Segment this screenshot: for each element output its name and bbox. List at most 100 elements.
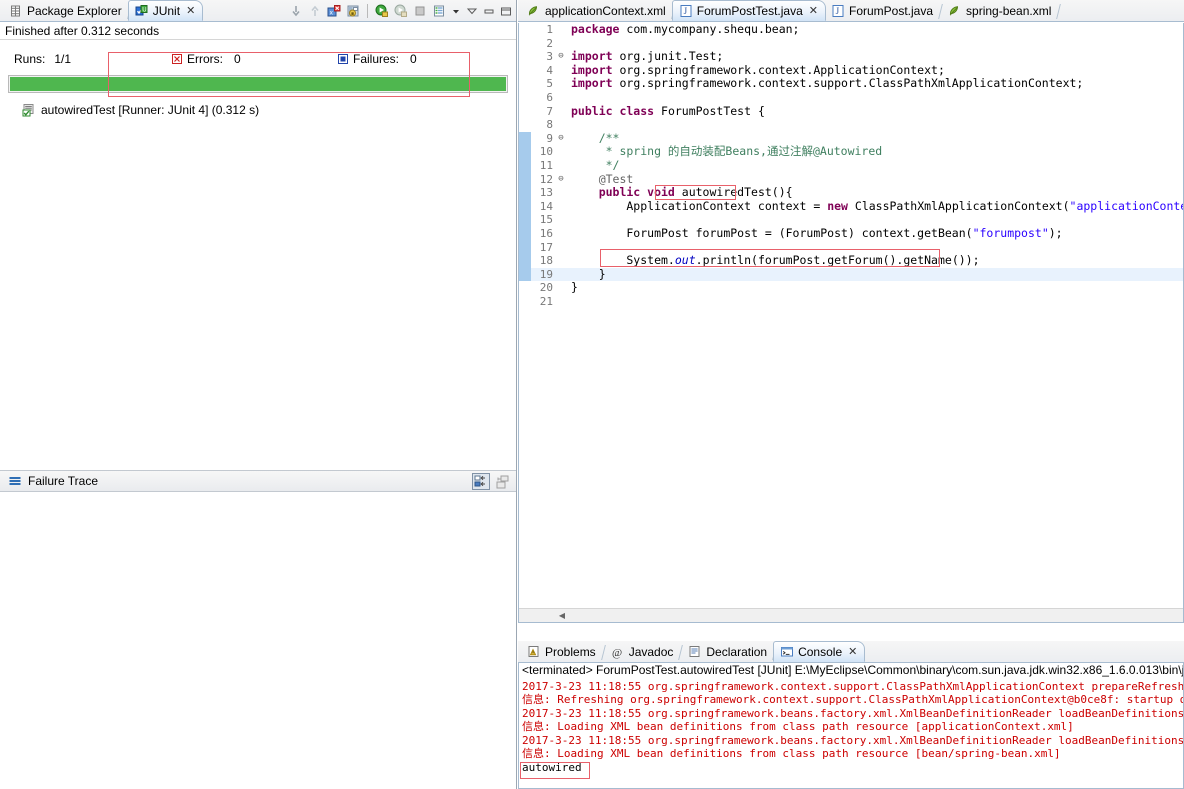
tab-label: JUnit (152, 3, 181, 18)
tab-forumpost-java[interactable]: J ForumPost.java (824, 0, 941, 21)
code-line[interactable]: 14 ApplicationContext context = new Clas… (519, 199, 1183, 214)
code-line[interactable]: 17 (519, 240, 1183, 255)
scroll-left-icon[interactable]: ◀ (555, 611, 569, 620)
xml-file-icon (948, 4, 962, 18)
console-line: 2017-3-23 11:18:55 org.springframework.c… (522, 679, 1184, 693)
tab-forumposttest-java[interactable]: J ForumPostTest.java ✕ (671, 0, 826, 21)
code-text: System.out.println(forumPost.getForum().… (571, 253, 980, 268)
code-line[interactable]: 10 * spring 的自动装配Beans,通过注解@Autowired (519, 145, 1183, 159)
failure-trace-body[interactable] (0, 492, 516, 789)
tab-junit[interactable]: U JUnit ✕ (127, 0, 204, 21)
tab-label: Package Explorer (27, 4, 122, 18)
minimize-icon[interactable] (483, 4, 495, 18)
maximize-icon[interactable] (500, 4, 512, 18)
code-line[interactable]: 19 } (519, 267, 1183, 282)
code-text: */ (571, 157, 620, 172)
code-line[interactable]: 13 public void autowiredTest(){ (519, 185, 1183, 200)
previous-failure-icon[interactable] (308, 4, 322, 18)
change-bar (519, 23, 531, 37)
change-bar (519, 186, 531, 200)
rerun-failed-icon[interactable] (394, 4, 408, 18)
console-output[interactable]: <terminated> ForumPostTest.autowiredTest… (518, 663, 1184, 789)
svg-text:J: J (836, 6, 840, 16)
line-number: 14 (539, 199, 553, 213)
change-bar (519, 267, 531, 282)
code-line[interactable]: 7 public class ForumPostTest { (519, 104, 1183, 119)
tab-label: Console (798, 644, 843, 659)
view-menu-icon[interactable] (466, 4, 478, 18)
svg-text:J: J (683, 6, 687, 16)
list-item[interactable]: autowiredTest [Runner: JUnit 4] (0.312 s… (0, 101, 516, 119)
tab-problems[interactable]: Problems (520, 641, 604, 662)
code-lines-container[interactable]: 1 package com.mycompany.shequ.bean; 2 3 ⊖ imp… (519, 23, 1183, 608)
svg-text:U: U (142, 7, 146, 13)
svg-text:@: @ (612, 647, 622, 659)
stop-icon[interactable] (413, 4, 427, 18)
line-number: 7 (546, 104, 553, 118)
scroll-lock-icon[interactable] (346, 4, 360, 18)
test-runs-history-icon[interactable] (432, 4, 446, 18)
fold-toggle-icon[interactable]: ⊖ (555, 50, 567, 64)
code-line[interactable]: 1 package com.mycompany.shequ.bean; (519, 23, 1183, 37)
code-line[interactable]: 2 (519, 37, 1183, 51)
tab-package-explorer[interactable]: Package Explorer (2, 0, 130, 21)
editor-tabstrip: applicationContext.xml J ForumPostTest.j… (518, 0, 1184, 22)
code-editor[interactable]: 1 package com.mycompany.shequ.bean; 2 3 ⊖ imp… (518, 23, 1184, 623)
rerun-test-icon[interactable] (375, 4, 389, 18)
fold-toggle-icon[interactable]: ⊖ (555, 173, 567, 187)
fold-toggle-icon[interactable]: ⊖ (555, 132, 567, 146)
console-line: 信息: Loading XML bean definitions from cl… (522, 747, 1061, 760)
junit-status-line: Finished after 0.312 seconds (0, 22, 516, 40)
tab-javadoc[interactable]: @ Javadoc (604, 641, 682, 662)
code-line[interactable]: 11 */ (519, 157, 1183, 173)
code-line[interactable]: 20} (519, 280, 1183, 295)
close-icon[interactable]: ✕ (809, 4, 818, 17)
next-failure-icon[interactable] (289, 4, 303, 18)
line-number: 20 (539, 281, 553, 295)
junit-counters: Runs: 1/1 Errors: 0 Failures: 0 (0, 48, 516, 70)
line-number: 4 (546, 63, 553, 77)
view-menu-icon[interactable] (494, 474, 510, 490)
code-line[interactable]: 16 ForumPost forumPost = (ForumPost) con… (519, 226, 1183, 241)
line-number: 21 (539, 294, 553, 308)
code-line[interactable]: 8 (519, 118, 1183, 132)
tab-label: ForumPostTest.java (696, 3, 803, 18)
code-line[interactable]: 18 System.out.println(forumPost.getForum… (519, 253, 1183, 268)
errors-label: Errors: (187, 52, 223, 66)
failure-trace-header: Failure Trace (0, 470, 516, 492)
code-text: import org.springframework.context.Appli… (571, 62, 945, 77)
line-number: 8 (546, 118, 553, 132)
code-line[interactable]: 4 import org.springframework.context.Appl… (519, 62, 1183, 78)
errors-counter: Errors: 0 (172, 52, 241, 66)
code-line[interactable]: 6 (519, 91, 1183, 105)
chevron-down-icon[interactable] (451, 4, 461, 18)
tab-applicationcontext-xml[interactable]: applicationContext.xml (520, 0, 674, 21)
show-failures-only-icon[interactable]: x (327, 4, 341, 18)
declaration-icon (688, 645, 702, 659)
tab-declaration[interactable]: Declaration (681, 641, 775, 662)
code-line[interactable]: 9 ⊖ /** (519, 131, 1183, 146)
editor-horizontal-scrollbar[interactable]: ◀ (519, 608, 1183, 622)
change-bar (519, 105, 531, 119)
failures-value: 0 (410, 52, 417, 66)
change-bar (519, 213, 531, 227)
close-icon[interactable]: ✕ (848, 645, 857, 658)
close-icon[interactable]: ✕ (186, 4, 195, 17)
failure-icon (338, 54, 348, 64)
change-bar (519, 199, 531, 214)
code-line[interactable]: 3 ⊖ import org.junit.Test; (519, 49, 1183, 64)
line-number: 3 (546, 50, 553, 64)
tab-label: ForumPost.java (849, 4, 934, 18)
junit-test-tree[interactable]: autowiredTest [Runner: JUnit 4] (0.312 s… (0, 101, 516, 456)
tab-console[interactable]: Console ✕ (773, 641, 866, 662)
tab-spring-bean-xml[interactable]: spring-bean.xml (941, 0, 1059, 21)
line-number: 16 (539, 226, 553, 240)
change-bar (519, 226, 531, 241)
code-line[interactable]: 5 import org.springframework.context.supp… (519, 77, 1183, 91)
code-line[interactable]: 15 (519, 213, 1183, 227)
code-text: import org.springframework.context.suppo… (571, 76, 1084, 91)
code-line[interactable]: 21 (519, 295, 1183, 309)
compare-result-icon[interactable] (472, 473, 490, 490)
line-number: 13 (539, 186, 553, 200)
code-line[interactable]: 12 ⊖ @Test (519, 172, 1183, 187)
